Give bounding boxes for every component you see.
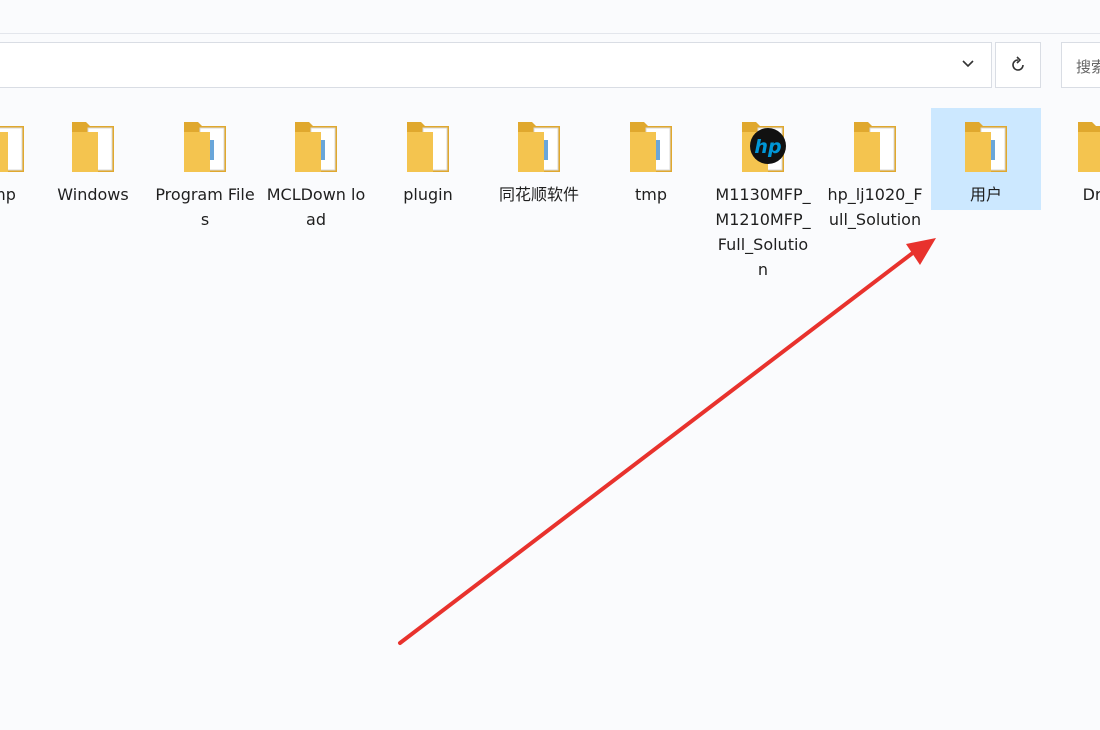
folder-icon bbox=[0, 126, 24, 172]
folder-item[interactable]: hp_lj1020_Full_Solution bbox=[820, 108, 930, 298]
folder-item[interactable]: 同花顺软件 bbox=[484, 108, 594, 298]
folder-label: Driv bbox=[1082, 185, 1100, 204]
folder-icon bbox=[72, 122, 114, 172]
folder-icon bbox=[630, 122, 672, 172]
file-list: mp Windows Program Files MCLDown load bbox=[0, 100, 1100, 730]
folder-label: Windows bbox=[57, 185, 129, 204]
folder-item[interactable]: Program Files bbox=[150, 108, 260, 298]
folder-item[interactable]: plugin bbox=[373, 108, 483, 298]
folder-label: 同花顺软件 bbox=[498, 185, 579, 204]
folder-icon bbox=[295, 122, 337, 172]
address-bar[interactable] bbox=[0, 42, 992, 88]
chevron-down-icon bbox=[962, 60, 974, 68]
top-strip bbox=[0, 0, 1100, 33]
folder-label: MCLDown load bbox=[266, 185, 366, 229]
folder-item[interactable]: Windows bbox=[38, 108, 148, 298]
folder-label: 用户 bbox=[969, 185, 1002, 204]
folder-icon bbox=[518, 122, 560, 172]
refresh-icon bbox=[1012, 56, 1024, 71]
folder-label: tmp bbox=[634, 185, 667, 204]
folder-label: plugin bbox=[403, 185, 453, 204]
folder-icon bbox=[965, 122, 1007, 172]
folder-item[interactable]: MCLDown load bbox=[261, 108, 371, 298]
folder-icon bbox=[1078, 122, 1100, 172]
hp-folder-icon: hp bbox=[742, 122, 786, 172]
search-input[interactable]: 搜索 bbox=[1061, 42, 1100, 88]
folder-label: M1130MFP_M1210MFP_Full_Solution bbox=[715, 185, 811, 279]
folder-item[interactable]: Driv bbox=[1044, 108, 1100, 298]
toolbar: 搜索 bbox=[0, 33, 1100, 93]
svg-text:hp: hp bbox=[754, 136, 781, 158]
folder-label: Program Files bbox=[155, 185, 255, 229]
folder-item-selected[interactable]: 用户 bbox=[931, 108, 1041, 210]
address-history-button[interactable] bbox=[946, 42, 990, 86]
folder-icon bbox=[184, 122, 226, 172]
refresh-button[interactable] bbox=[995, 42, 1041, 88]
folder-label: hp_lj1020_Full_Solution bbox=[827, 185, 923, 229]
folder-icon bbox=[407, 122, 449, 172]
folder-item[interactable]: hp M1130MFP_M1210MFP_Full_Solution bbox=[708, 108, 818, 298]
folder-item[interactable]: tmp bbox=[596, 108, 706, 298]
folder-icon bbox=[854, 122, 896, 172]
